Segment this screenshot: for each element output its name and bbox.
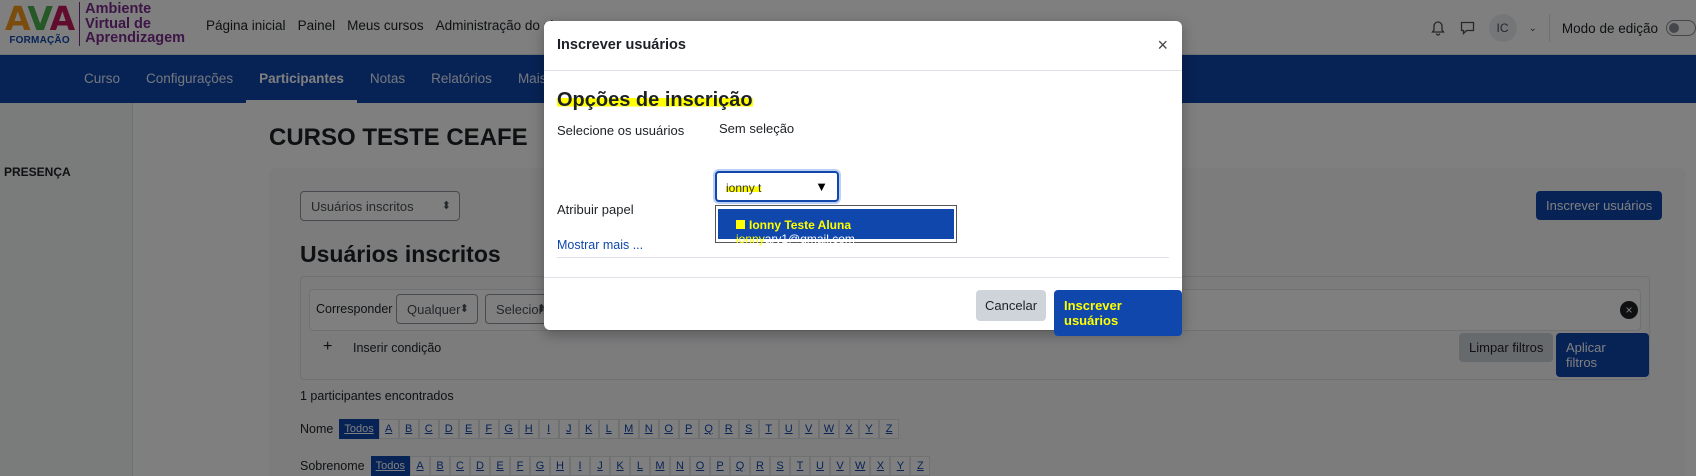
cancel-button[interactable]: Cancelar xyxy=(976,290,1047,321)
divider xyxy=(557,257,1169,258)
assign-role-label: Atribuir papel xyxy=(557,202,634,217)
enrol-options-heading-text: Opções de inscrição xyxy=(557,89,753,111)
modal-body: Opções de inscrição Selecione os usuário… xyxy=(544,71,1182,277)
modal-title: Inscrever usuários xyxy=(557,37,686,53)
show-more-link[interactable]: Mostrar mais ... xyxy=(557,238,643,252)
highlight-mark xyxy=(736,220,745,229)
enroll-users-modal: Inscrever usuários × Opções de inscrição… xyxy=(544,21,1182,336)
no-selection-text: Sem seleção xyxy=(719,121,795,136)
suggestion-option[interactable]: Ionny Teste Aluna ionnyarv1@gmail.com xyxy=(718,209,954,246)
caret-down-icon[interactable]: ▼ xyxy=(815,179,828,194)
modal-footer: Cancelar Inscrever usuários xyxy=(544,277,1182,336)
close-icon[interactable]: × xyxy=(1157,35,1168,56)
select-users-label: Selecione os usuários xyxy=(557,123,685,138)
submit-enroll-button[interactable]: Inscrever usuários xyxy=(1054,290,1182,336)
suggestion-email-match: ionny xyxy=(736,232,765,246)
user-suggestions: Ionny Teste Aluna ionnyarv1@gmail.com xyxy=(715,205,957,246)
enrol-options-heading: Opções de inscrição xyxy=(557,89,753,112)
user-search-input[interactable]: ionny t ▼ xyxy=(715,171,839,202)
suggestion-name: Ionny Teste Aluna xyxy=(749,218,852,232)
search-input-value: ionny t xyxy=(726,181,762,195)
suggestion-email-rest: arv1@gmail.com xyxy=(764,232,855,246)
modal-header: Inscrever usuários × xyxy=(544,21,1182,71)
